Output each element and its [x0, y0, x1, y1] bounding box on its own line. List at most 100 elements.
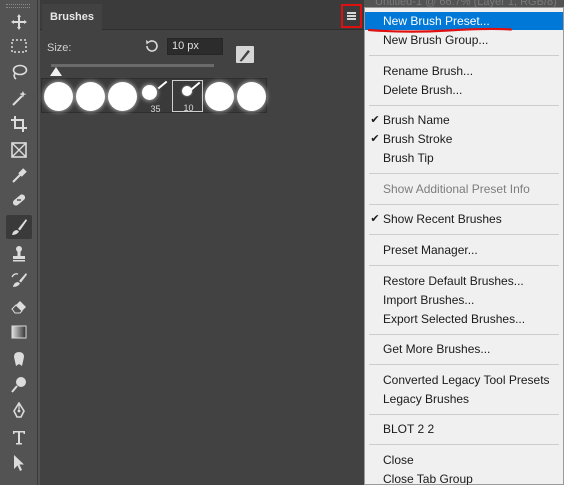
hamburger-menu-icon: [347, 12, 356, 20]
menu-item-new-brush-group[interactable]: New Brush Group...: [365, 31, 563, 49]
menu-item-label: Legacy Brushes: [383, 391, 470, 406]
smudge-tool-button[interactable]: [6, 347, 32, 371]
eraser-tool-icon: [11, 301, 26, 314]
lasso-tool-button[interactable]: [6, 60, 32, 84]
toolbar-grip[interactable]: [6, 4, 30, 8]
menu-item-label: Brush Stroke: [383, 132, 453, 147]
menu-item-converted-legacy-tool-presets[interactable]: Converted Legacy Tool Presets: [365, 371, 563, 389]
menu-item-label: Preset Manager...: [383, 243, 478, 257]
menu-item-restore-default-brushes[interactable]: Restore Default Brushes...: [365, 272, 563, 290]
menu-separator: [369, 234, 559, 236]
clone-stamp-tool-icon: [13, 246, 25, 262]
menu-separator: [369, 413, 559, 415]
tools-panel: [0, 0, 38, 485]
brush-settings-icon[interactable]: [236, 46, 254, 63]
brush-stroke-preview: [190, 81, 201, 91]
menu-item-delete-brush[interactable]: Delete Brush...: [365, 81, 563, 99]
marquee-tool-icon: [11, 39, 27, 53]
menu-separator: [369, 55, 559, 56]
menu-item-brush-stroke[interactable]: ✔ Brush Stroke: [365, 130, 563, 148]
brush-preset-thumbnail[interactable]: [204, 80, 235, 112]
menu-item-import-brushes[interactable]: Import Brushes...: [365, 291, 563, 309]
brush-preset-thumbnail[interactable]: 35: [140, 80, 171, 114]
checkmark-icon: ✔: [370, 114, 380, 127]
brush-preset-thumbnail[interactable]: [75, 80, 106, 112]
menu-item-preset-manager[interactable]: Preset Manager...: [365, 241, 563, 259]
panel-menu-button[interactable]: [341, 4, 362, 28]
tab-brushes[interactable]: Brushes: [42, 4, 103, 30]
magic-wand-tool-button[interactable]: [6, 86, 32, 110]
size-label: Size:: [47, 42, 72, 54]
brush-size-label: 35: [150, 104, 161, 114]
smudge-tool-icon: [14, 352, 24, 366]
menu-item-label: Rename Brush...: [383, 63, 474, 78]
lasso-tool-icon: [12, 64, 28, 80]
menu-item-show-recent-brushes[interactable]: ✔ Show Recent Brushes: [365, 210, 563, 228]
menu-separator: [369, 444, 559, 446]
size-slider-thumb[interactable]: [50, 67, 62, 76]
history-brush-tool-button[interactable]: [6, 268, 32, 292]
menu-item-label: Brush Tip: [383, 151, 434, 166]
clone-stamp-tool-button[interactable]: [6, 242, 32, 266]
move-tool-button[interactable]: [6, 10, 32, 34]
type-tool-button[interactable]: [6, 425, 32, 449]
path-selection-tool-icon: [14, 455, 24, 471]
brush-tip-preview: [44, 82, 73, 111]
size-slider-track[interactable]: [51, 64, 214, 67]
brush-preset-thumbnail[interactable]: [107, 80, 138, 112]
menu-item-label: Export Selected Brushes...: [383, 311, 526, 326]
menu-item-label: Show Recent Brushes: [383, 212, 502, 227]
menu-separator: [369, 203, 559, 205]
healing-brush-tool-button[interactable]: [6, 188, 32, 212]
menu-item-export-selected-brushes[interactable]: Export Selected Brushes...: [365, 310, 563, 328]
menu-item-rename-brush[interactable]: Rename Brush...: [365, 62, 563, 80]
pen-tool-button[interactable]: [6, 399, 32, 423]
gradient-tool-button[interactable]: [6, 320, 32, 344]
recent-brushes-row: 35 10: [41, 78, 267, 114]
brush-preset-thumbnail[interactable]: 10: [172, 80, 203, 113]
panel-tab-bar: Brushes: [40, 0, 364, 30]
menu-item-brush-tip[interactable]: Brush Tip: [365, 149, 563, 167]
checkmark-icon: ✔: [370, 213, 380, 226]
menu-separator: [369, 333, 559, 335]
menu-item-label: New Brush Group...: [383, 33, 489, 47]
move-tool-icon: [11, 14, 27, 30]
type-tool-icon: [13, 431, 25, 445]
panel-flyout-menu: New Brush Preset... New Brush Group... Ren…: [364, 7, 564, 485]
menu-item-brush-name[interactable]: ✔ Brush Name: [365, 111, 563, 129]
menu-item-close-tab-group[interactable]: Close Tab Group: [365, 470, 563, 485]
marquee-tool-button[interactable]: [6, 34, 32, 58]
brush-tool-button[interactable]: [6, 215, 32, 239]
eyedropper-tool-icon: [12, 168, 27, 183]
menu-item-close[interactable]: Close: [365, 451, 563, 469]
brush-tip-preview: [76, 82, 105, 111]
size-input[interactable]: 10 px: [167, 38, 223, 55]
brush-tip-preview: [142, 85, 157, 100]
magic-wand-tool-icon: [12, 91, 27, 106]
crop-tool-button[interactable]: [6, 112, 32, 136]
brush-preset-thumbnail[interactable]: [236, 80, 267, 112]
dodge-tool-button[interactable]: [6, 373, 32, 397]
brush-tip-preview: [108, 82, 137, 111]
menu-item-label: Brush Name: [383, 113, 450, 128]
path-selection-tool-button[interactable]: [6, 451, 32, 475]
menu-separator: [369, 265, 559, 266]
brush-preset-thumbnail[interactable]: [43, 80, 74, 112]
menu-separator: [369, 104, 559, 106]
frame-tool-button[interactable]: [6, 138, 32, 162]
menu-item-label: Delete Brush...: [383, 82, 463, 97]
menu-item-label: Converted Legacy Tool Presets: [383, 372, 550, 387]
menu-item-get-more-brushes[interactable]: Get More Brushes...: [365, 340, 563, 358]
brushes-panel: Brushes Size: 10 px 35 10: [40, 0, 364, 485]
menu-item-label: Close Tab Group: [383, 472, 473, 485]
menu-item-label: Get More Brushes...: [383, 342, 491, 357]
eyedropper-tool-button[interactable]: [6, 164, 32, 188]
reset-size-icon[interactable]: [144, 38, 160, 54]
healing-brush-tool-icon: [12, 194, 26, 206]
eraser-tool-button[interactable]: [6, 294, 32, 318]
menu-item-legacy-brushes[interactable]: Legacy Brushes: [365, 390, 563, 408]
brush-size-label: 10: [183, 103, 194, 113]
brush-stroke-preview: [157, 80, 168, 90]
menu-item-label: Restore Default Brushes...: [383, 273, 524, 288]
menu-item-blot-2-2[interactable]: BLOT 2 2: [365, 420, 563, 438]
